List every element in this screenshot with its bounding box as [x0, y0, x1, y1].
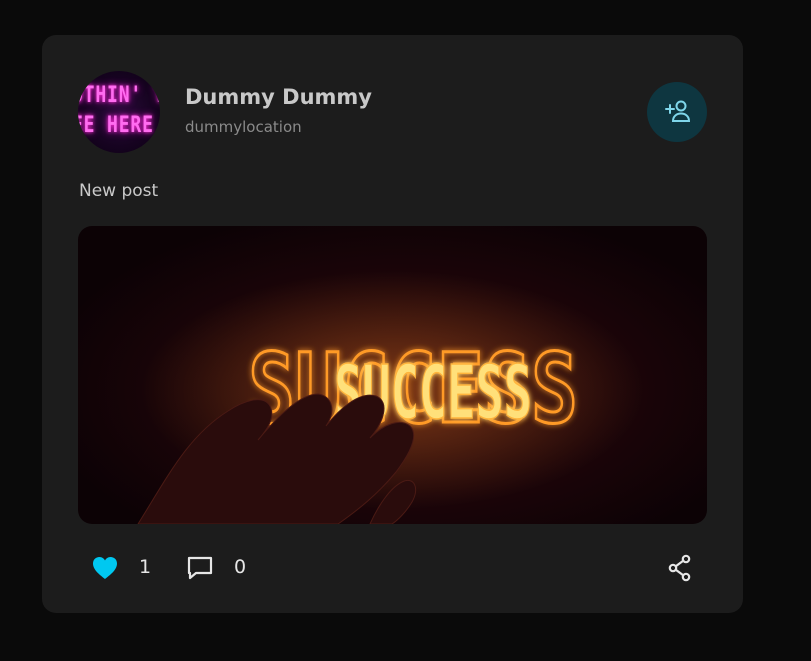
post-image-graphic: SUCCESS SUCCESS [78, 226, 707, 524]
post-image[interactable]: SUCCESS SUCCESS [78, 226, 707, 524]
user-name[interactable]: Dummy Dummy [185, 85, 372, 109]
share-button[interactable] [665, 553, 695, 587]
post-actions: 1 0 [42, 547, 743, 591]
comment-icon [187, 556, 213, 580]
follow-button[interactable] [647, 82, 707, 142]
post-card: OTHIN' T EE HERE Dummy Dummy dummylocati… [42, 35, 743, 613]
comment-button[interactable] [185, 553, 215, 587]
avatar[interactable]: OTHIN' T EE HERE [78, 71, 160, 153]
share-icon [668, 554, 691, 582]
avatar-text-line-2: EE HERE [78, 113, 154, 138]
post-text: New post [79, 181, 159, 201]
like-count: 1 [139, 556, 152, 578]
like-button[interactable] [90, 553, 120, 587]
add-user-icon [665, 100, 691, 122]
comment-count: 0 [234, 556, 247, 578]
heart-icon [93, 557, 117, 579]
avatar-text-line-1: OTHIN' T [78, 83, 160, 108]
user-location: dummylocation [185, 118, 302, 136]
